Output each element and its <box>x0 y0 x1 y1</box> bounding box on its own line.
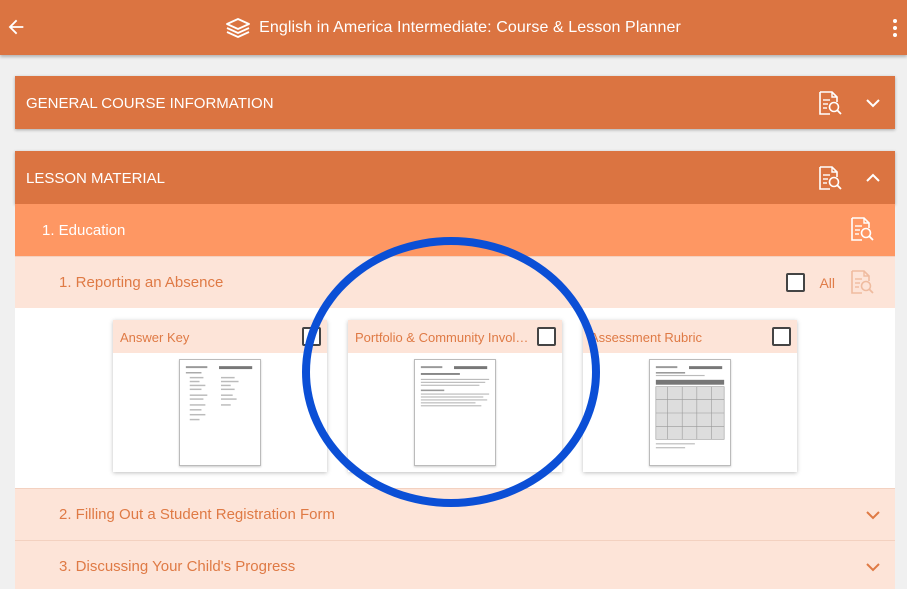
unit-education-row[interactable]: 1. Education <box>15 204 895 256</box>
document-search-icon[interactable] <box>849 216 875 242</box>
material-card-portfolio-community-involvement[interactable]: Portfolio & Community Involvement <box>348 320 562 472</box>
select-all-checkbox[interactable] <box>786 273 805 292</box>
section-label: GENERAL COURSE INFORMATION <box>26 95 274 112</box>
general-course-information-header[interactable]: GENERAL COURSE INFORMATION <box>15 76 895 129</box>
material-card-answer-key[interactable]: Answer Key <box>113 320 327 472</box>
material-checkbox[interactable] <box>537 327 556 346</box>
chevron-down-icon[interactable] <box>865 559 881 575</box>
lesson-material-header[interactable]: LESSON MATERIAL <box>15 151 895 204</box>
material-checkbox[interactable] <box>772 327 791 346</box>
lesson-row-filling-out-registration-form[interactable]: 2. Filling Out a Student Registration Fo… <box>15 488 895 540</box>
layers-icon <box>226 17 250 38</box>
app-title: English in America Intermediate: Course … <box>259 18 681 36</box>
document-search-icon[interactable] <box>817 165 843 191</box>
material-title: Portfolio & Community Involvement <box>355 330 530 345</box>
card-header: Answer Key <box>113 320 327 353</box>
material-title: Assessment Rubric <box>590 330 702 345</box>
material-title: Answer Key <box>120 330 190 345</box>
document-thumbnail[interactable] <box>649 359 731 466</box>
section-label: LESSON MATERIAL <box>26 170 165 187</box>
app-title-group: English in America Intermediate: Course … <box>0 0 907 55</box>
material-card-assessment-rubric[interactable]: Assessment Rubric <box>583 320 797 472</box>
lesson-row-reporting-an-absence[interactable]: 1. Reporting an Absence All <box>15 256 895 308</box>
chevron-up-icon[interactable] <box>865 170 881 186</box>
lesson-materials-area: Answer Key Portfolio & Community Involve… <box>15 308 895 488</box>
unit-label: 1. Education <box>42 222 126 239</box>
card-header: Assessment Rubric <box>583 320 797 353</box>
card-header: Portfolio & Community Involvement <box>348 320 562 353</box>
select-all-label: All <box>819 275 835 291</box>
material-checkbox[interactable] <box>302 327 321 346</box>
lesson-label: 2. Filling Out a Student Registration Fo… <box>59 506 335 523</box>
lesson-label: 3. Discussing Your Child's Progress <box>59 558 296 575</box>
more-vertical-icon[interactable] <box>891 18 899 38</box>
lesson-label: 1. Reporting an Absence <box>59 274 224 291</box>
chevron-down-icon[interactable] <box>865 95 881 111</box>
document-search-icon[interactable] <box>817 90 843 116</box>
app-bar: English in America Intermediate: Course … <box>0 0 907 55</box>
document-thumbnail[interactable] <box>414 359 496 466</box>
lesson-row-discussing-childs-progress[interactable]: 3. Discussing Your Child's Progress <box>15 540 895 589</box>
chevron-down-icon[interactable] <box>865 507 881 523</box>
document-thumbnail[interactable] <box>179 359 261 466</box>
document-search-icon[interactable] <box>849 269 875 295</box>
